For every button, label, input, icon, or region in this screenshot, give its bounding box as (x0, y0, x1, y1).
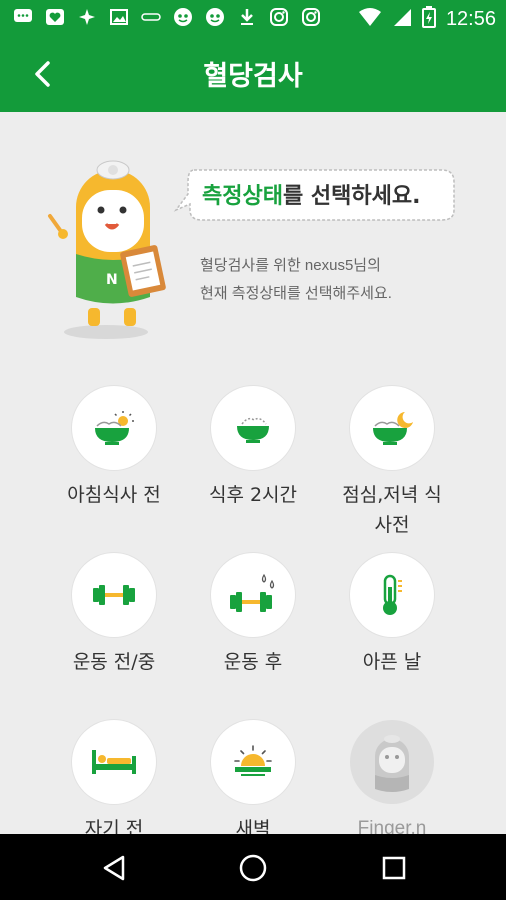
option-circle (211, 553, 295, 637)
option-before-lunch-dinner[interactable]: 점심,저녁 식 사전 (322, 386, 462, 540)
option-before-during-exercise[interactable]: 운동 전/중 (44, 553, 184, 677)
system-icons: 12:56 (358, 6, 496, 32)
system-nav-bar (0, 834, 506, 900)
link-icon (140, 6, 162, 28)
bowl-moon-icon (373, 412, 413, 445)
bubble-text: 측정상태를 선택하세요. (202, 178, 420, 210)
square-recents-icon (382, 856, 406, 880)
thermometer-icon (383, 574, 402, 615)
wifi-icon (358, 7, 382, 31)
instagram-icon (268, 6, 290, 28)
sparkle-icon (76, 6, 98, 28)
instruction-line-2: 현재 측정상태를 선택해주세요. (200, 285, 392, 302)
status-clock: 12:56 (445, 7, 496, 30)
option-circle (350, 386, 434, 470)
instruction-line-1: 혈당검사를 위한 nexus5님의 (200, 257, 381, 274)
option-after-exercise[interactable]: 운동 후 (183, 553, 323, 677)
face-icon (204, 6, 226, 28)
svg-text:N: N (106, 272, 118, 288)
face-icon (172, 6, 194, 28)
option-label: 식후 2시간 (208, 484, 298, 506)
option-circle (72, 386, 156, 470)
mascot-character: N (48, 160, 166, 339)
instruction-text: 혈당검사를 위한 nexus5님의 현재 측정상태를 선택해주세요. (200, 252, 490, 308)
status-bar: 12:56 (0, 0, 506, 34)
signal-icon (392, 7, 412, 31)
page-title: 혈당검사 (203, 61, 303, 92)
bubble-highlight: 측정상태 (202, 184, 283, 209)
app-bar: 혈당검사 (0, 34, 506, 112)
bowl-sunrise-icon (95, 411, 134, 445)
heart-icon (44, 6, 66, 28)
instagram-icon (300, 6, 322, 28)
bowl-icon (237, 417, 269, 443)
watermark-label: Finger.n (357, 818, 427, 834)
option-label: 새벽 (235, 818, 271, 834)
option-circle (211, 386, 295, 470)
option-before-sleep[interactable]: 자기 전 (44, 720, 184, 834)
option-label: 자기 전 (84, 818, 144, 834)
main-content: N 측정상태를 선택하세요. 혈당검사를 위한 nexus5님의 현재 측정상태… (0, 112, 506, 834)
option-circle (350, 553, 434, 637)
option-label-line-1: 점심,저녁 식 (342, 484, 442, 506)
option-circle (72, 553, 156, 637)
option-label: 운동 후 (223, 651, 283, 673)
option-label: 아침식사 전 (67, 484, 161, 506)
finger-n-watermark: Finger.n (322, 720, 462, 834)
option-circle (211, 720, 295, 804)
triangle-back-icon (103, 855, 125, 881)
option-two-hours-after-meal[interactable]: 식후 2시간 (183, 386, 323, 510)
mascot-watermark-icon (375, 735, 409, 792)
option-circle (72, 720, 156, 804)
image-icon (108, 6, 130, 28)
dawn-sun-icon (234, 745, 272, 776)
battery-charging-icon (421, 6, 436, 32)
option-dawn[interactable]: 새벽 (183, 720, 323, 834)
dumbbell-icon (93, 585, 135, 605)
watermark-circle (350, 720, 434, 804)
message-icon (12, 6, 34, 28)
nav-home-button[interactable] (235, 850, 271, 886)
nav-recents-button[interactable] (376, 850, 412, 886)
option-label-line-2: 사전 (374, 514, 410, 536)
option-label: 운동 전/중 (72, 651, 156, 673)
option-label: 아픈 날 (362, 651, 422, 673)
download-icon (236, 6, 258, 28)
option-before-breakfast[interactable]: 아침식사 전 (44, 386, 184, 510)
bed-icon (92, 750, 136, 774)
option-sick-day[interactable]: 아픈 날 (322, 553, 462, 677)
option-label: 점심,저녁 식 사전 (322, 480, 462, 540)
circle-home-icon (239, 854, 267, 882)
dumbbell-sweat-icon (230, 573, 275, 612)
speech-bubble: 측정상태를 선택하세요. (172, 164, 458, 226)
nav-back-button[interactable] (96, 850, 132, 886)
notification-icons (12, 6, 322, 28)
bubble-rest: 를 선택하세요. (282, 184, 421, 209)
